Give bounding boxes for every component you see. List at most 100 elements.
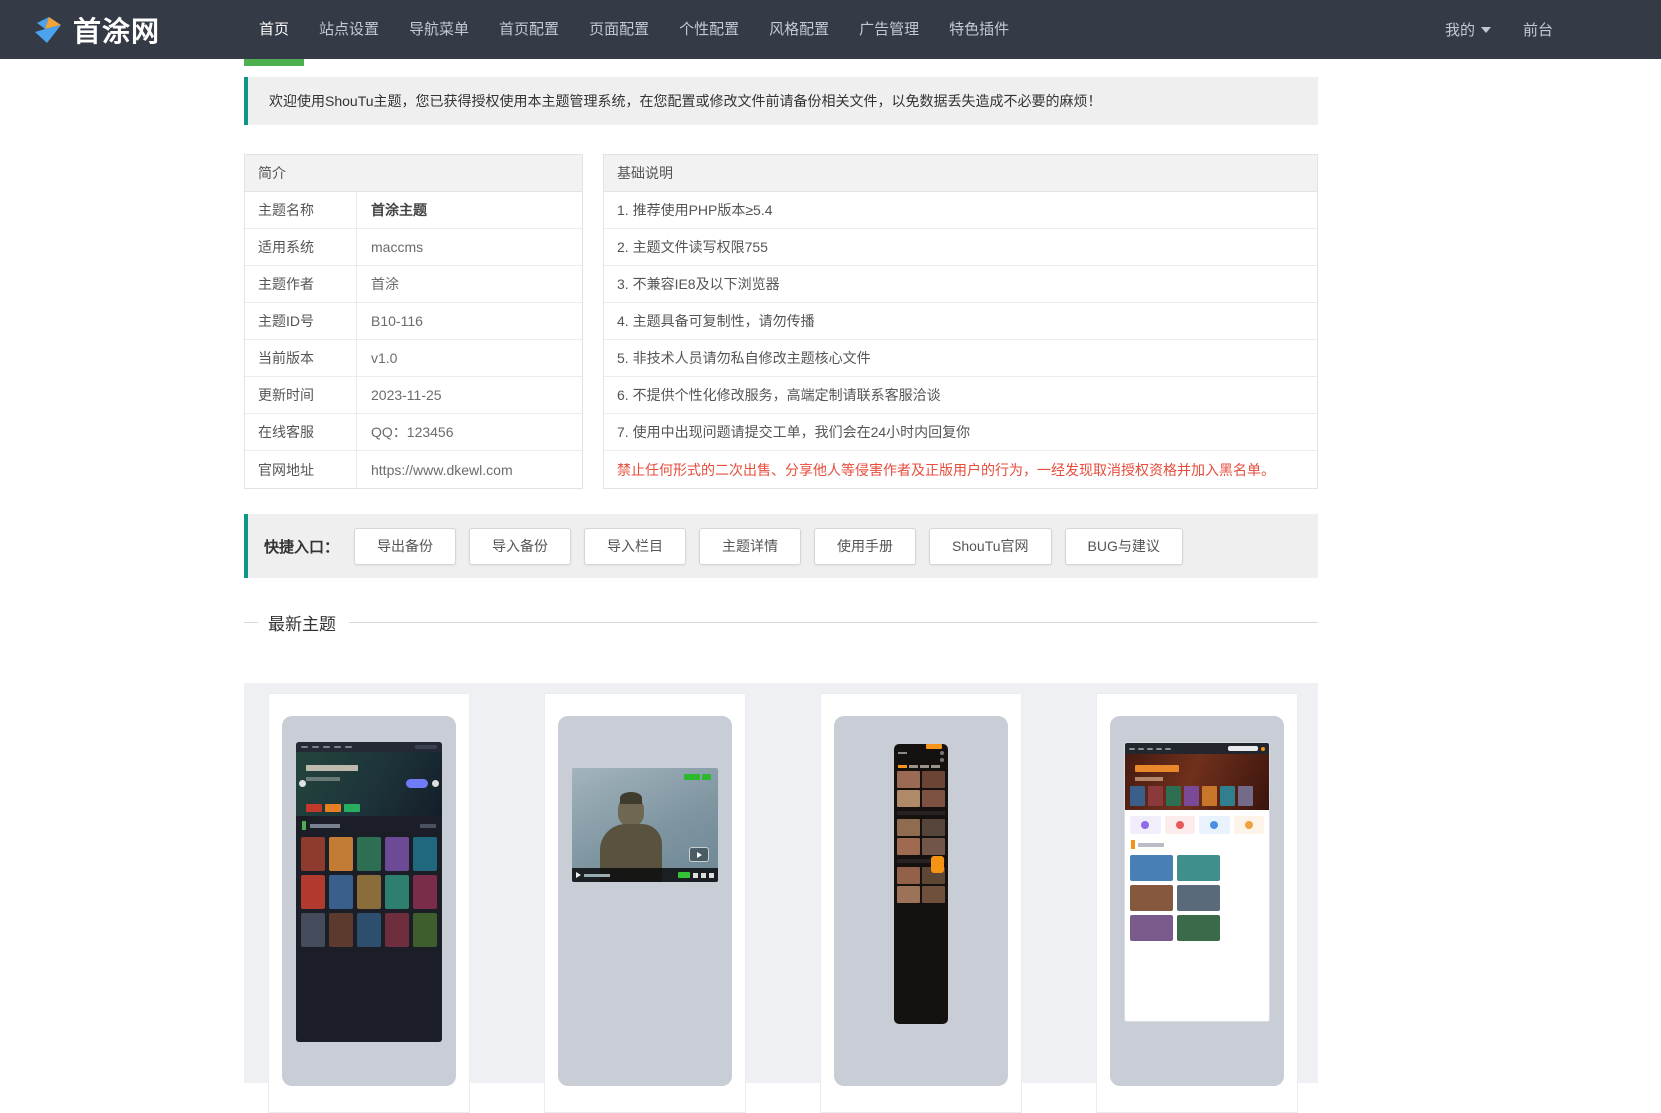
import-backup-button[interactable]: 导入备份: [469, 527, 572, 565]
row-value: maccms: [371, 239, 424, 255]
row-value: QQ：123456: [371, 424, 454, 440]
user-menu[interactable]: 我的: [1445, 19, 1491, 40]
note-row: 4. 主题具备可复制性，请勿传播: [604, 303, 1317, 340]
bug-suggestion-button[interactable]: BUG与建议: [1064, 527, 1183, 565]
nav-item-plugins[interactable]: 特色插件: [934, 0, 1024, 59]
main-nav-menu: 首页 站点设置 导航菜单 首页配置 页面配置 个性配置 风格配置 广告管理 特色…: [244, 0, 1024, 66]
row-label: 适用系统: [245, 229, 357, 265]
mock-section-caption: [1125, 838, 1269, 851]
brand-icon: [32, 14, 64, 46]
brand-logo[interactable]: 首涂网: [32, 0, 160, 59]
row-value: 2023-11-25: [371, 387, 442, 403]
mock-status-bar: [898, 751, 944, 755]
table-row: 更新时间 2023-11-25: [245, 377, 582, 414]
main-content: 欢迎使用ShouTu主题，您已获得授权使用本主题管理系统，在您配置或修改文件前请…: [244, 77, 1318, 1113]
row-label: 主题名称: [245, 192, 357, 228]
notes-table-title: 基础说明: [604, 155, 1317, 192]
theme-card[interactable]: [820, 693, 1022, 1113]
quick-entry-bar: 快捷入口： 导出备份 导入备份 导入栏目 主题详情 使用手册 ShouTu官网 …: [244, 514, 1318, 578]
mock-hero-banner: [1125, 754, 1269, 810]
brand-text: 首涂网: [73, 15, 161, 47]
desktop-dark-theme-preview: [296, 742, 442, 1042]
mock-app-header: [898, 744, 944, 762]
mock-video-grid: [897, 771, 945, 903]
nav-item-style-config[interactable]: 风格配置: [754, 0, 844, 59]
mock-search-box: [1228, 746, 1258, 751]
latest-themes-title: 最新主题: [268, 615, 336, 634]
theme-thumbnail: [834, 716, 1008, 1086]
mock-floating-badge: [931, 856, 944, 873]
row-label: 主题作者: [245, 266, 357, 302]
note-row: 7. 使用中出现问题请提交工单，我们会在24小时内回复你: [604, 414, 1317, 451]
mock-thumbnail-grid: [1125, 851, 1269, 945]
theme-thumbnail: [558, 716, 732, 1086]
row-value: 首涂主题: [371, 202, 427, 218]
info-tables: 简介 主题名称 首涂主题 适用系统 maccms 主题作者 首涂 主题ID号 B…: [244, 154, 1318, 489]
divider: [349, 622, 1318, 623]
intro-table: 简介 主题名称 首涂主题 适用系统 maccms 主题作者 首涂 主题ID号 B…: [244, 154, 583, 489]
mock-player-logo: [684, 774, 711, 780]
nav-item-personal-config[interactable]: 个性配置: [664, 0, 754, 59]
play-button-icon: [689, 847, 709, 862]
export-backup-button[interactable]: 导出备份: [354, 527, 457, 565]
intro-table-title: 简介: [245, 155, 582, 192]
nav-item-site-settings[interactable]: 站点设置: [304, 0, 394, 59]
mock-banner-strip: [306, 804, 360, 812]
video-player-theme-preview: [572, 768, 718, 882]
row-label: 官网地址: [245, 451, 357, 488]
row-label: 更新时间: [245, 377, 357, 413]
theme-thumbnail: [282, 716, 456, 1086]
table-row: 官网地址 https://www.dkewl.com: [245, 451, 582, 488]
table-row: 主题ID号 B10-116: [245, 303, 582, 340]
themes-panel: [244, 683, 1318, 1113]
mock-play-button: [406, 779, 428, 788]
table-row: 主题名称 首涂主题: [245, 192, 582, 229]
note-row: 3. 不兼容IE8及以下浏览器: [604, 266, 1317, 303]
latest-themes-heading: 最新主题: [244, 610, 1318, 635]
mock-tab-bar: [898, 765, 944, 768]
mock-navbar: [296, 742, 442, 752]
navbar-right: 我的 前台: [1445, 0, 1553, 59]
note-row: 2. 主题文件读写权限755: [604, 229, 1317, 266]
row-label: 当前版本: [245, 340, 357, 376]
desktop-light-theme-preview: [1124, 742, 1270, 1022]
mock-hero-banner: [296, 752, 442, 816]
nav-item-home-config[interactable]: 首页配置: [484, 0, 574, 59]
arrow-left-icon: [299, 780, 306, 787]
frontend-link[interactable]: 前台: [1523, 19, 1553, 40]
top-navbar: 首涂网 首页 站点设置 导航菜单 首页配置 页面配置 个性配置 风格配置 广告管…: [0, 0, 1661, 66]
mock-player-controls: [572, 868, 718, 882]
manual-button[interactable]: 使用手册: [814, 527, 917, 565]
note-row: 6. 不提供个性化修改服务，高端定制请联系客服洽谈: [604, 377, 1317, 414]
mock-feature-cards: [1125, 810, 1269, 838]
theme-card[interactable]: [1096, 693, 1298, 1113]
notes-table: 基础说明 1. 推荐使用PHP版本≥5.4 2. 主题文件读写权限755 3. …: [603, 154, 1318, 489]
arrow-right-icon: [432, 780, 439, 787]
row-value-official-site: https://www.dkewl.com: [371, 461, 513, 478]
mobile-app-theme-preview: [894, 744, 948, 1024]
user-menu-label: 我的: [1444, 22, 1475, 39]
chevron-down-icon: [1480, 26, 1491, 33]
row-label: 在线客服: [245, 414, 357, 450]
theme-card[interactable]: [268, 693, 470, 1113]
mock-navbar: [1125, 743, 1269, 754]
row-value: 首涂: [371, 276, 399, 292]
welcome-text: 欢迎使用ShouTu主题，您已获得授权使用本主题管理系统，在您配置或修改文件前请…: [269, 93, 1102, 109]
import-category-button[interactable]: 导入栏目: [584, 527, 687, 565]
theme-thumbnail: [1110, 716, 1284, 1086]
welcome-banner: 欢迎使用ShouTu主题，您已获得授权使用本主题管理系统，在您配置或修改文件前请…: [244, 77, 1318, 125]
mock-poster-strip: [1130, 786, 1253, 806]
note-row: 5. 非技术人员请勿私自修改主题核心文件: [604, 340, 1317, 377]
nav-item-nav-menu[interactable]: 导航菜单: [394, 0, 484, 59]
table-row: 在线客服 QQ：123456: [245, 414, 582, 451]
mock-section-caption: [296, 816, 442, 835]
nav-item-home[interactable]: 首页: [244, 0, 305, 66]
nav-item-ad-manage[interactable]: 广告管理: [844, 0, 934, 59]
theme-card[interactable]: [544, 693, 746, 1113]
nav-item-page-config[interactable]: 页面配置: [574, 0, 664, 59]
table-row: 主题作者 首涂: [245, 266, 582, 303]
official-site-button[interactable]: ShouTu官网: [929, 527, 1052, 565]
mock-person: [618, 792, 644, 826]
table-row: 当前版本 v1.0: [245, 340, 582, 377]
theme-detail-button[interactable]: 主题详情: [699, 527, 802, 565]
